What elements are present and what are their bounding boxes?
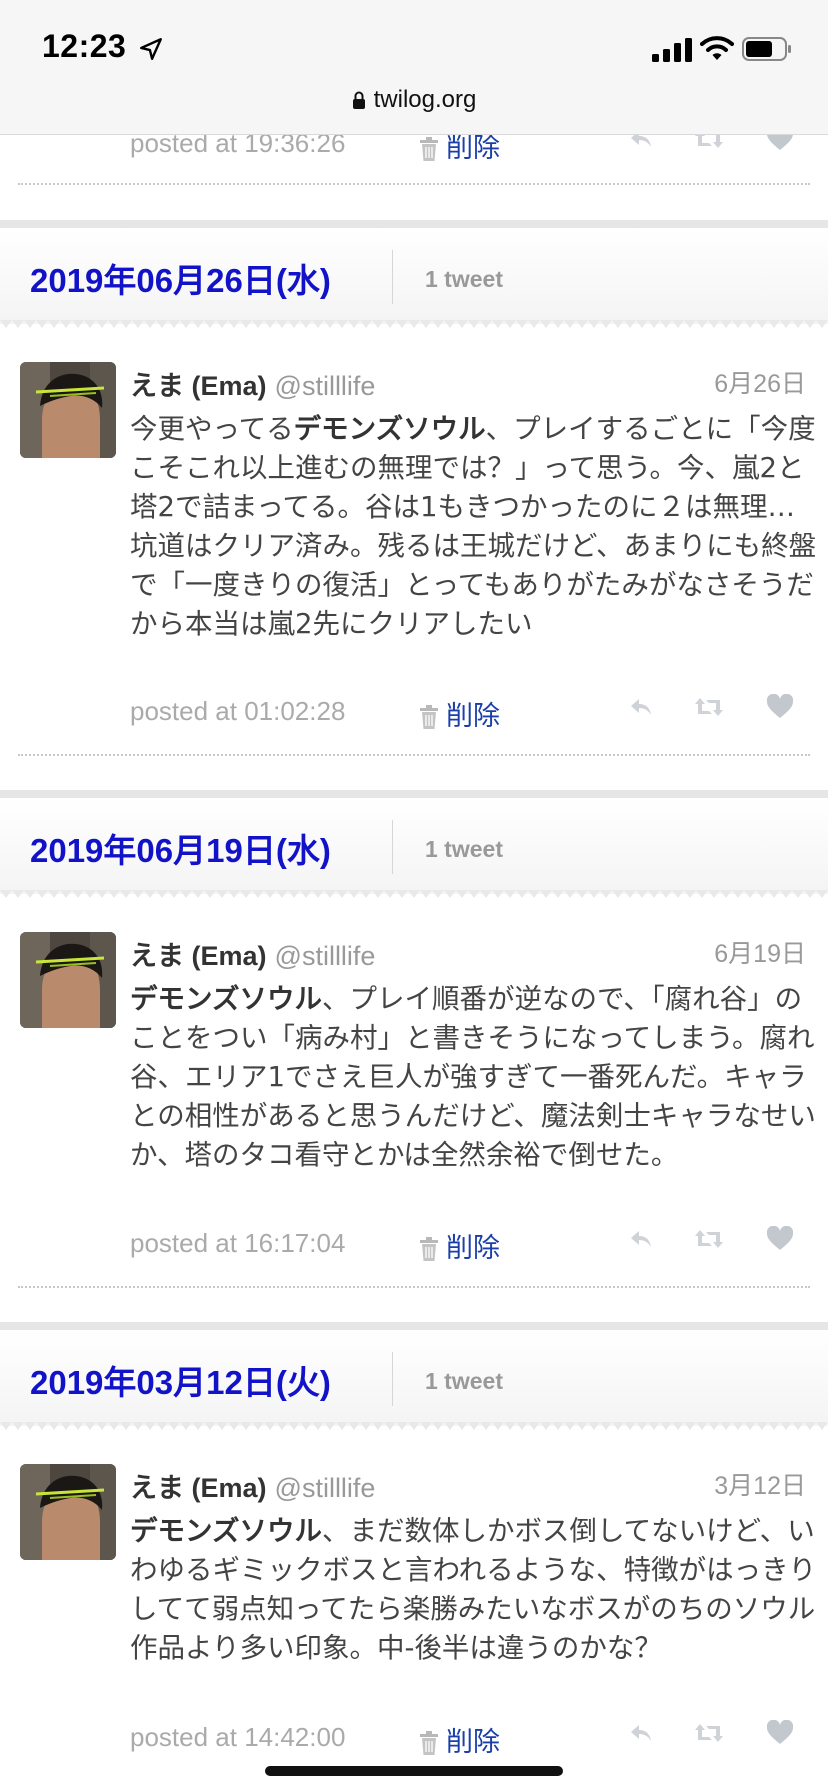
reply-icon[interactable] <box>628 1720 654 1746</box>
delete-label: 削除 <box>446 701 500 731</box>
tweet-text-pre: 今更やってる <box>130 413 294 445</box>
heart-icon[interactable] <box>766 1720 794 1746</box>
header-divider <box>392 250 393 304</box>
trash-icon <box>420 1237 438 1261</box>
tweet-date-link[interactable]: 6月26日 <box>714 364 806 400</box>
tweet-meta: posted at 01:02:28 削除 <box>130 696 500 731</box>
day-header: 2019年03月12日(火) 1 tweet <box>0 1330 828 1430</box>
battery-icon <box>742 37 791 61</box>
tweet-separator <box>18 1286 810 1288</box>
avatar[interactable] <box>20 1464 116 1560</box>
name-text: えま (Ema) <box>130 1473 267 1503</box>
trash-icon <box>420 137 438 161</box>
home-indicator[interactable] <box>265 1766 563 1776</box>
tweet-date-link[interactable]: 6月19日 <box>714 934 806 970</box>
address-bar[interactable]: twilog.org <box>0 86 828 114</box>
day-date-link[interactable]: 2019年03月12日(火) <box>30 1356 331 1404</box>
trash-icon <box>420 705 438 729</box>
reply-icon[interactable] <box>628 1226 654 1252</box>
tweet-text: デモンズソウル、まだ数体しかボス倒してないけど、いわゆるギミックボスと言われるよ… <box>130 1512 820 1668</box>
tweet-separator <box>18 754 810 756</box>
header-divider <box>392 820 393 874</box>
retweet-icon[interactable] <box>694 1226 724 1252</box>
heart-icon[interactable] <box>766 1226 794 1252</box>
tweet-count: 1 tweet <box>425 836 503 862</box>
tweet-text-post: 、プレイするごとに「今度こそこれ以上進むの無理では？」って思う。今、嵐2と塔2で… <box>130 413 817 640</box>
posted-time: posted at 16:17:04 <box>130 1228 346 1258</box>
location-arrow-icon <box>140 38 162 60</box>
trash-icon <box>420 1731 438 1755</box>
tweet-meta: posted at 16:17:04 削除 <box>130 1228 500 1263</box>
handle: @stilllife <box>274 1473 376 1503</box>
delete-link[interactable]: 削除 <box>418 1226 500 1265</box>
tweet-actions <box>628 1720 798 1750</box>
delete-link[interactable]: 削除 <box>418 694 500 733</box>
tweet-count: 1 tweet <box>425 266 503 292</box>
delete-label: 削除 <box>446 1727 500 1757</box>
avatar[interactable] <box>20 362 116 458</box>
day-date-link[interactable]: 2019年06月19日(水) <box>30 824 331 872</box>
day-header: 2019年06月26日(水) 1 tweet <box>0 228 828 328</box>
posted-time: posted at 01:02:28 <box>130 696 346 726</box>
tweet-meta: posted at 14:42:00 削除 <box>130 1722 500 1757</box>
tweet-actions <box>628 1226 798 1256</box>
handle: @stilllife <box>274 371 376 401</box>
tweet-text: デモンズソウル、プレイ順番が逆なので、「腐れ谷」のことをつい「病み村」と書きそう… <box>130 980 820 1175</box>
signal-icon <box>652 38 692 62</box>
status-time: 12:23 <box>42 28 127 64</box>
domain-label: twilog.org <box>373 86 477 113</box>
delete-label: 削除 <box>446 1233 500 1263</box>
tweet-date-link[interactable]: 3月12日 <box>714 1466 806 1502</box>
header-divider <box>392 1352 393 1406</box>
posted-time: posted at 14:42:00 <box>130 1722 346 1752</box>
display-name[interactable]: えま (Ema) @stilllife <box>130 364 375 403</box>
tweet-text-bold: デモンズソウル <box>130 983 322 1015</box>
tweet-text-bold: デモンズソウル <box>293 413 486 445</box>
name-text: えま (Ema) <box>130 941 267 971</box>
display-name[interactable]: えま (Ema) @stilllife <box>130 1466 375 1505</box>
tweet-separator <box>18 183 810 185</box>
lock-icon <box>352 91 365 109</box>
zigzag-edge <box>0 1422 828 1430</box>
tweet-text-bold: デモンズソウル <box>130 1515 322 1547</box>
reply-icon[interactable] <box>628 694 654 720</box>
tweet-actions <box>628 694 798 724</box>
handle: @stilllife <box>274 941 376 971</box>
tweet-count: 1 tweet <box>425 1368 503 1394</box>
day-divider <box>0 220 828 228</box>
wifi-icon <box>700 36 734 60</box>
name-text: えま (Ema) <box>130 371 267 401</box>
tweet-text: 今更やってるデモンズソウル、プレイするごとに「今度こそこれ以上進むの無理では？」… <box>130 410 820 644</box>
heart-icon[interactable] <box>766 694 794 720</box>
day-header: 2019年06月19日(水) 1 tweet <box>0 798 828 898</box>
day-date-link[interactable]: 2019年06月26日(水) <box>30 254 331 302</box>
avatar[interactable] <box>20 932 116 1028</box>
day-divider <box>0 1322 828 1330</box>
delete-link[interactable]: 削除 <box>418 1720 500 1759</box>
day-divider <box>0 790 828 798</box>
retweet-icon[interactable] <box>694 1720 724 1746</box>
display-name[interactable]: えま (Ema) @stilllife <box>130 934 375 973</box>
zigzag-edge <box>0 890 828 898</box>
browser-top-bar: 12:23 twilog.org <box>0 0 828 135</box>
zigzag-edge <box>0 320 828 328</box>
delete-label: 削除 <box>446 133 500 163</box>
retweet-icon[interactable] <box>694 694 724 720</box>
